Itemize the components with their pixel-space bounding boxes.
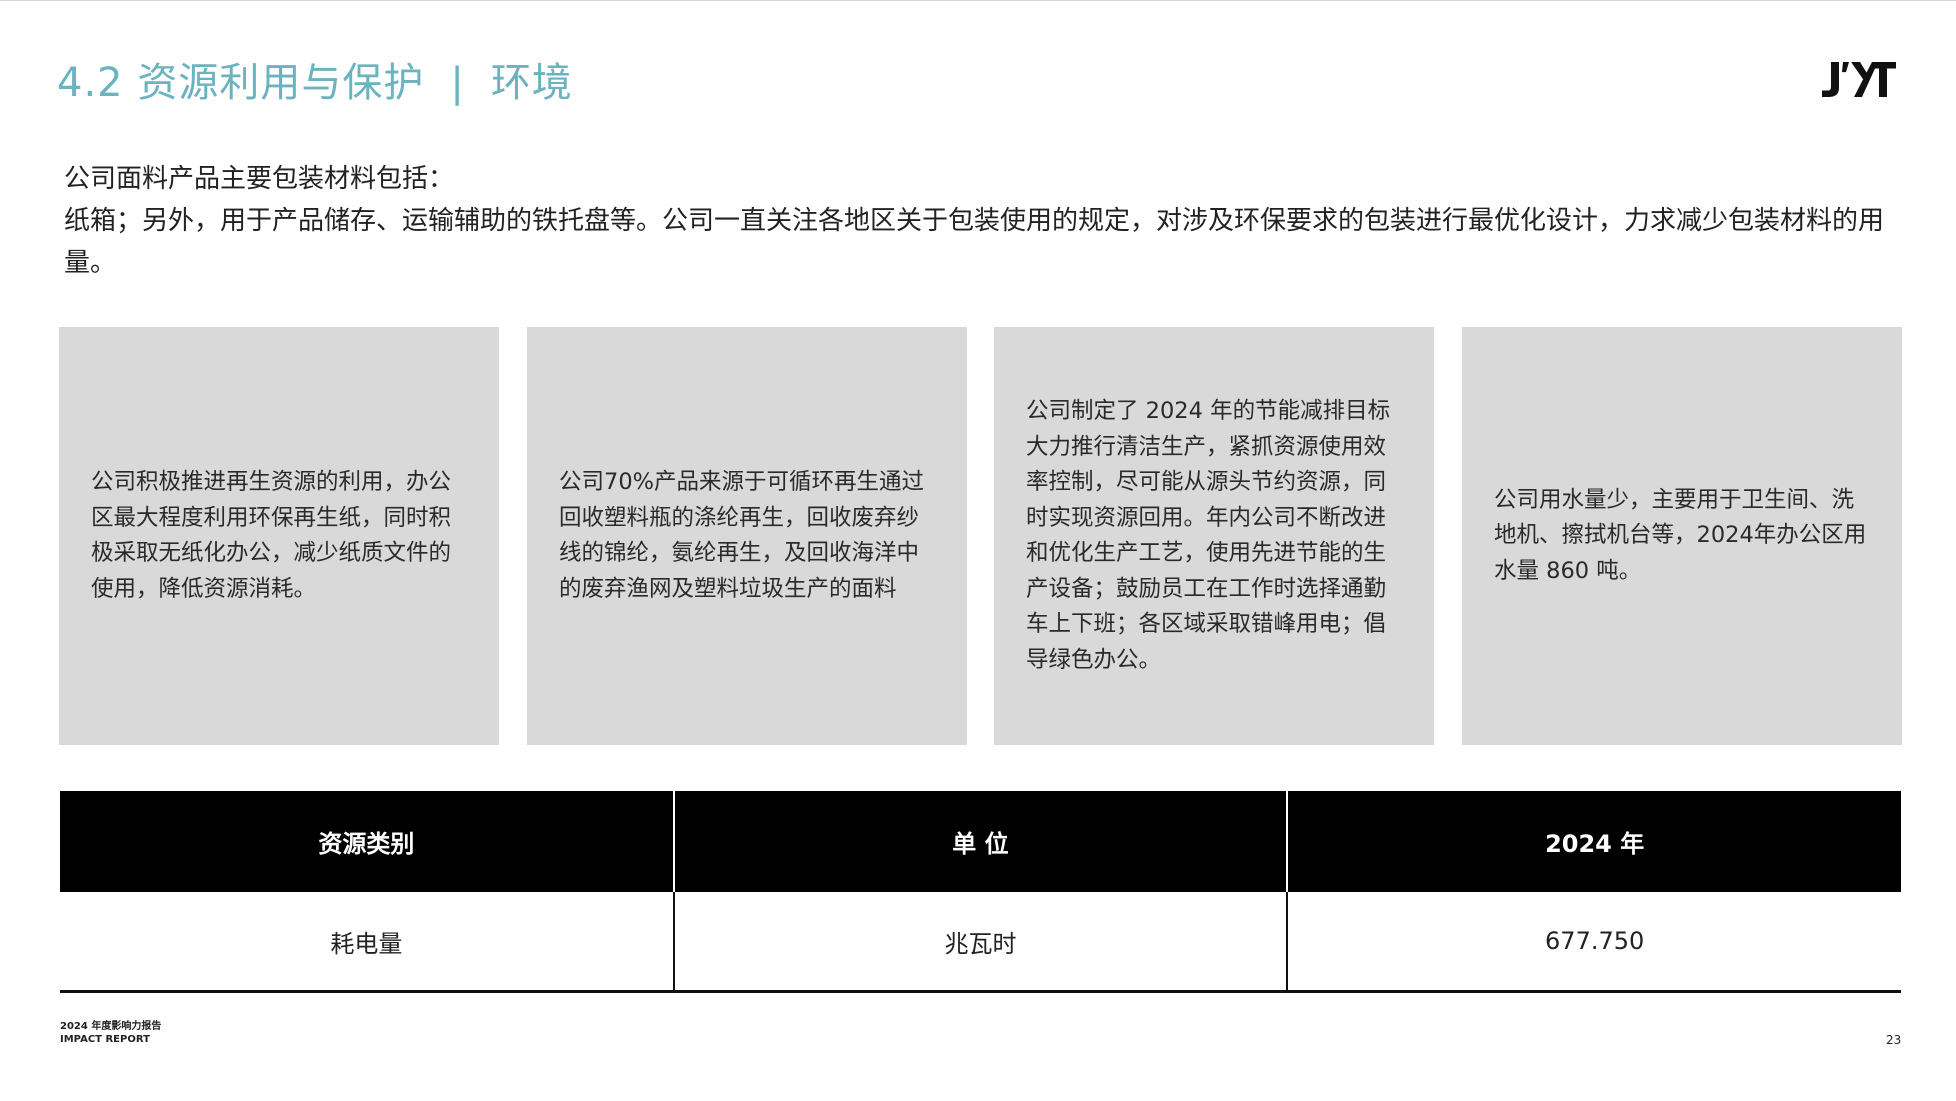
card-water-usage: 公司用水量少，主要用于卫生间、洗地机、擦拭机台等，2024年办公区用水量 860… xyxy=(1462,327,1902,745)
brand-logo xyxy=(1820,60,1898,111)
report-name-en: IMPACT REPORT xyxy=(60,1034,150,1045)
intro-text: 公司面料产品主要包装材料包括： 纸箱；另外，用于产品储存、运输辅助的铁托盘等。公… xyxy=(64,158,1904,284)
info-cards: 公司积极推进再生资源的利用，办公区最大程度利用环保再生纸，同时积极采取无纸化办公… xyxy=(59,327,1902,745)
report-name-cn: 2024 年度影响力报告 xyxy=(60,1021,162,1032)
column-header-unit: 单 位 xyxy=(672,791,1288,892)
brand-logo-icon xyxy=(1822,62,1896,97)
title-separator: | xyxy=(450,60,465,106)
page-number: 23 xyxy=(1886,1033,1902,1047)
table-cell-unit: 兆瓦时 xyxy=(672,892,1288,993)
column-header-category: 资源类别 xyxy=(60,791,674,892)
card-text: 公司积极推进再生资源的利用，办公区最大程度利用环保再生纸，同时积极采取无纸化办公… xyxy=(91,469,452,602)
card-recycled-paper: 公司积极推进再生资源的利用，办公区最大程度利用环保再生纸，同时积极采取无纸化办公… xyxy=(59,327,499,745)
card-text: 公司用水量少，主要用于卫生间、洗地机、擦拭机台等，2024年办公区用水量 860… xyxy=(1494,486,1867,584)
table-cell-category: 耗电量 xyxy=(60,892,674,993)
card-text: 公司制定了 2024 年的节能减排目标大力推行清洁生产，紧抓资源使用效率控制，尽… xyxy=(1026,398,1391,673)
intro-line-2: 纸箱；另外，用于产品储存、运输辅助的铁托盘等。公司一直关注各地区关于包装使用的规… xyxy=(64,206,1885,278)
card-energy-saving: 公司制定了 2024 年的节能减排目标大力推行清洁生产，紧抓资源使用效率控制，尽… xyxy=(994,327,1434,745)
card-text: 公司70%产品来源于可循环再生通过回收塑料瓶的涤纶再生，回收废弃纱线的锦纶，氨纶… xyxy=(559,469,925,602)
report-footer: 2024 年度影响力报告 IMPACT REPORT xyxy=(60,1020,161,1046)
section-category: 环境 xyxy=(490,60,573,106)
table-header-row: 资源类别 单 位 2024 年 xyxy=(60,791,1901,892)
column-header-year: 2024 年 xyxy=(1286,791,1901,892)
page-top-border xyxy=(0,0,1956,1)
table-row: 耗电量 兆瓦时 677.750 xyxy=(60,892,1901,993)
section-title: 4.2 资源利用与保护 xyxy=(57,60,425,106)
card-recycled-materials: 公司70%产品来源于可循环再生通过回收塑料瓶的涤纶再生，回收废弃纱线的锦纶，氨纶… xyxy=(527,327,967,745)
table-cell-value: 677.750 xyxy=(1286,892,1901,993)
intro-line-1: 公司面料产品主要包装材料包括： xyxy=(64,164,455,194)
resource-table: 资源类别 单 位 2024 年 耗电量 兆瓦时 677.750 xyxy=(60,791,1901,993)
page-title: 4.2 资源利用与保护 | 环境 xyxy=(57,50,573,108)
